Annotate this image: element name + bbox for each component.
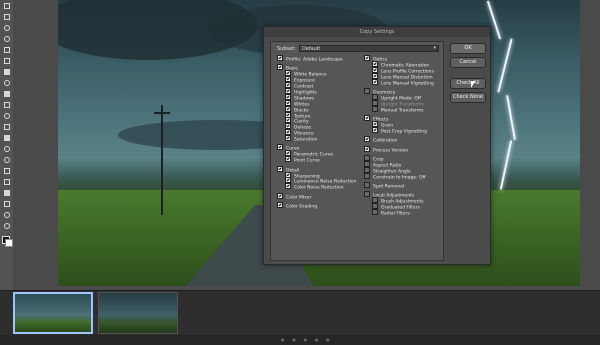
checkbox-row-manual-transforms[interactable]: Manual Transforms [364, 105, 434, 114]
checkbox-label: Color Mixer [286, 195, 312, 201]
checkbox-icon[interactable] [277, 165, 283, 172]
checkbox-icon[interactable] [285, 183, 291, 190]
checkbox-icon[interactable] [277, 192, 283, 199]
subset-dropdown[interactable]: Default [299, 45, 439, 52]
gradient-tool-icon[interactable] [0, 132, 13, 143]
copy-settings-dialog: Copy Settings Subset: Default Profile: A… [263, 26, 491, 265]
checkbox-label: Color Grading [286, 204, 318, 210]
filmstrip-thumbnail-selected[interactable] [13, 292, 93, 334]
checkbox-icon[interactable] [285, 156, 291, 163]
checkbox-label: Calibration [373, 138, 398, 144]
checkbox-label: Post Crop Vignetting [381, 129, 427, 135]
zoom-tool-icon[interactable] [0, 220, 13, 231]
checkbox-row-color-grading[interactable]: Color Grading [277, 202, 356, 210]
checkbox-row-process-version[interactable]: Process Version [364, 145, 434, 154]
right-settings-column: Optics Chromatic Aberration Lens Profile C… [364, 55, 434, 217]
checkbox-label: Lens Manual Vignetting [381, 81, 434, 87]
checkbox-label: Saturation [294, 137, 318, 143]
subset-label: Subset: [277, 46, 296, 52]
path-select-icon[interactable] [0, 187, 13, 198]
clone-stamp-icon[interactable] [0, 99, 13, 110]
move-tool-icon[interactable] [0, 0, 13, 11]
checkbox-row-profile-adobe-landscape[interactable]: Profile: Adobe Landscape [277, 55, 356, 63]
checkbox-icon[interactable] [364, 172, 370, 179]
checkbox-row-color-mixer[interactable]: Color Mixer [277, 192, 356, 201]
checkbox-icon[interactable] [277, 144, 283, 151]
checkbox-icon[interactable] [364, 136, 370, 143]
checkbox-row-spot-removal[interactable]: Spot Removal [364, 182, 434, 190]
eyedropper-tool-icon[interactable] [0, 66, 13, 77]
lasso-tool-icon[interactable] [0, 22, 13, 33]
cancel-button[interactable]: Cancel [450, 57, 486, 68]
quick-select-tool-icon[interactable] [0, 33, 13, 44]
pen-tool-icon[interactable] [0, 165, 13, 176]
checkbox-icon[interactable] [372, 78, 378, 85]
brush-tool-icon[interactable] [0, 88, 13, 99]
checkbox-row-lens-manual-vignetting[interactable]: Lens Manual Vignetting [364, 78, 434, 87]
checkbox-icon[interactable] [277, 55, 283, 61]
left-settings-column: Profile: Adobe Landscape Basic White Balan… [277, 55, 356, 210]
history-brush-icon[interactable] [0, 110, 13, 121]
checkbox-row-saturation[interactable]: Saturation [277, 135, 356, 143]
checkbox-icon[interactable] [285, 135, 291, 142]
checkbox-label: Point Curve [294, 158, 320, 164]
checkbox-label: Profile: Adobe Landscape [286, 57, 343, 63]
checkbox-icon[interactable] [364, 87, 370, 94]
marquee-tool-icon[interactable] [0, 11, 13, 22]
type-tool-icon[interactable] [0, 176, 13, 187]
checkbox-label: Constrain to Image: Off [373, 175, 426, 181]
checkbox-icon[interactable] [364, 191, 370, 198]
checkbox-label: Process Version [373, 148, 409, 154]
checkbox-label: Radial Filters [381, 211, 410, 217]
checkbox-label: Manual Transforms [381, 108, 424, 114]
check-none-button[interactable]: Check None [450, 92, 486, 103]
checkbox-icon[interactable] [372, 209, 378, 216]
ok-button[interactable]: OK [450, 43, 486, 54]
dialog-title: Copy Settings [264, 27, 490, 37]
eraser-tool-icon[interactable] [0, 121, 13, 132]
healing-brush-icon[interactable] [0, 77, 13, 88]
dodge-tool-icon[interactable] [0, 154, 13, 165]
checkbox-icon[interactable] [372, 126, 378, 133]
checkbox-label: Spot Removal [373, 184, 405, 190]
checkbox-row-color-noise-reduction[interactable]: Color Noise Reduction [277, 183, 356, 191]
checkbox-row-point-curve[interactable]: Point Curve [277, 156, 356, 164]
checkbox-label: Color Noise Reduction [294, 185, 344, 191]
checkbox-row-radial-filters[interactable]: Radial Filters [364, 209, 434, 217]
check-all-button[interactable]: Check All [450, 78, 486, 89]
crop-tool-icon[interactable] [0, 44, 13, 55]
settings-panel: Subset: Default Profile: Adobe Landscape… [270, 41, 444, 261]
checkbox-row-calibration[interactable]: Calibration [364, 136, 434, 144]
checkbox-row-post-crop-vignetting[interactable]: Post Crop Vignetting [364, 126, 434, 135]
checkbox-icon[interactable] [364, 55, 370, 61]
frame-tool-icon[interactable] [0, 55, 13, 66]
blur-tool-icon[interactable] [0, 143, 13, 154]
checkbox-icon[interactable] [364, 115, 370, 122]
checkbox-icon[interactable] [277, 202, 283, 209]
checkbox-row-constrain-to-image-off[interactable]: Constrain to Image: Off [364, 172, 434, 181]
mouse-cursor-icon [471, 81, 478, 88]
shape-tool-icon[interactable] [0, 198, 13, 209]
filmstrip-thumbnail[interactable] [98, 292, 178, 334]
rating-stars[interactable]: ★ ★ ★ ★ ★ [280, 337, 333, 344]
checkbox-icon[interactable] [277, 64, 283, 71]
background-color-swatch[interactable] [5, 239, 13, 247]
tools-panel [0, 0, 14, 290]
checkbox-icon[interactable] [372, 105, 378, 112]
checkbox-icon[interactable] [364, 182, 370, 189]
checkbox-icon[interactable] [364, 145, 370, 152]
hand-tool-icon[interactable] [0, 209, 13, 220]
